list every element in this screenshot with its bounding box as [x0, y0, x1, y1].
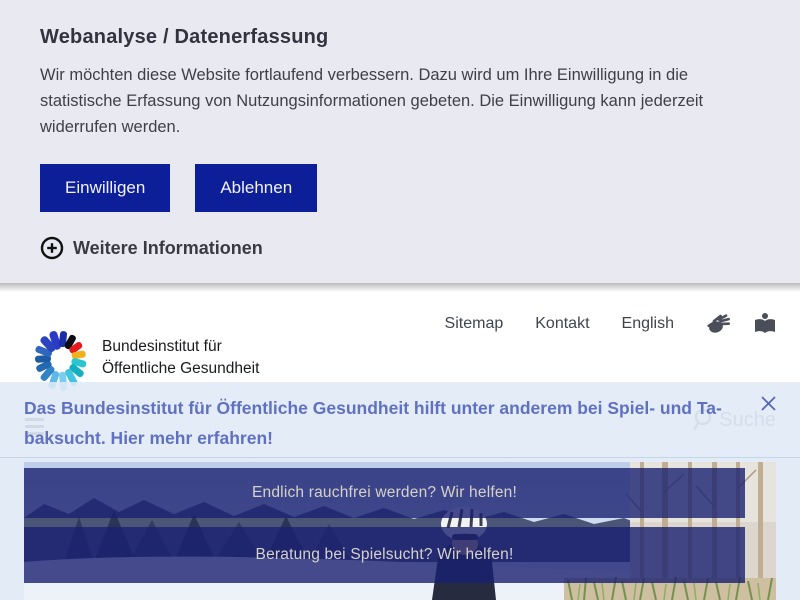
nav-link-english[interactable]: English [622, 315, 674, 333]
cookie-dialog-text: Wir möchten diese Website fortlaufend ve… [40, 62, 760, 140]
notification-line2: baksucht. Hier mehr erfahren! [24, 423, 722, 453]
hero-carousel: Endlich rauchfrei werden? Wir helfen! Be… [24, 462, 776, 600]
more-information-label: Weitere Informationen [73, 238, 263, 259]
more-information-link[interactable]: Weitere Informationen [40, 236, 760, 260]
nav-link-sitemap[interactable]: Sitemap [445, 315, 504, 333]
cookie-consent-dialog: Webanalyse / Datenerfassung Wir möchten … [0, 0, 800, 283]
notification-banner: Das Bundesinstitut für Öffentliche Gesun… [0, 382, 800, 458]
institute-name-line1: Bundesinstitut für [102, 336, 259, 358]
consent-accept-button[interactable]: Einwilligen [40, 164, 170, 212]
institute-name-line2: Öffentliche Gesundheit [102, 358, 259, 380]
dialog-bottom-shadow [0, 283, 800, 292]
hero-link-rauchfrei-label: Endlich rauchfrei werden? Wir helfen! [252, 484, 517, 502]
plus-circle-icon [40, 236, 64, 260]
hero-link-rauchfrei[interactable]: Endlich rauchfrei werden? Wir helfen! [24, 468, 745, 518]
institute-name: Bundesinstitut für Öffentliche Gesundhei… [102, 336, 259, 380]
notification-line1: Das Bundesinstitut für Öffentliche Gesun… [24, 393, 722, 423]
meta-navigation: Sitemap Kontakt English [445, 312, 777, 336]
consent-decline-button[interactable]: Ablehnen [195, 164, 317, 212]
sign-language-icon[interactable] [706, 313, 730, 335]
nav-link-kontakt[interactable]: Kontakt [535, 315, 589, 333]
notification-link[interactable]: Das Bundesinstitut für Öffentliche Gesun… [24, 393, 722, 453]
cookie-dialog-title: Webanalyse / Datenerfassung [40, 26, 760, 49]
close-icon[interactable] [760, 395, 777, 417]
easy-language-icon[interactable] [753, 312, 777, 336]
hero-link-spielsucht[interactable]: Beratung bei Spielsucht? Wir helfen! [24, 527, 745, 583]
hero-link-spielsucht-label: Beratung bei Spielsucht? Wir helfen! [256, 546, 514, 564]
